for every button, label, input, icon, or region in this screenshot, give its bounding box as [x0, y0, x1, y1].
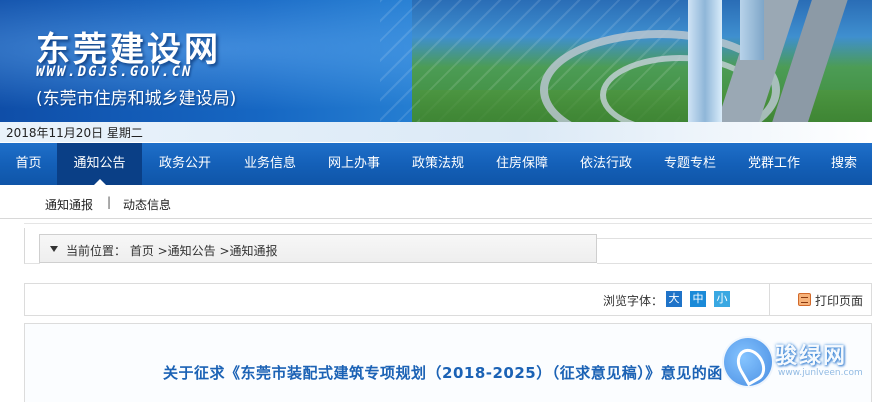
- content-top-divider: [24, 223, 872, 224]
- watermark-logo-icon: [722, 336, 774, 388]
- breadcrumb-frame: [24, 228, 40, 264]
- nav-item-home[interactable]: 首页: [0, 143, 57, 185]
- main-nav: 首页 通知公告 政务公开 业务信息 网上办事 政策法规 住房保障 依法行政 专题…: [0, 143, 872, 185]
- date-bar: 2018年11月20日 星期二: [0, 122, 872, 142]
- watermark-text: 骏绿网: [775, 344, 848, 369]
- site-logo-url: WWW.DGJS.GOV.CN: [36, 64, 193, 80]
- nav-item-search[interactable]: 搜索: [816, 143, 872, 185]
- print-icon[interactable]: [798, 293, 811, 306]
- font-size-label: 浏览字体：: [603, 294, 664, 308]
- nav-item-policies[interactable]: 政策法规: [396, 143, 480, 185]
- caret-down-icon: [50, 246, 58, 252]
- font-size-medium-button[interactable]: 中: [690, 291, 706, 307]
- nav-item-business-info[interactable]: 业务信息: [228, 143, 312, 185]
- nav-item-law[interactable]: 依法行政: [564, 143, 648, 185]
- print-page-button[interactable]: 打印页面: [815, 292, 863, 309]
- font-size-small-button[interactable]: 小: [714, 291, 730, 307]
- nav-item-online-services[interactable]: 网上办事: [312, 143, 396, 185]
- breadcrumb-right-area: [597, 238, 872, 264]
- breadcrumb-text[interactable]: 当前位置： 首页 >通知公告 >通知通报: [66, 242, 278, 259]
- watermark-url: www.junlveen.com: [778, 368, 863, 378]
- font-size-large-button[interactable]: 大: [666, 291, 682, 307]
- sub-nav: 通知通报 | 动态信息: [0, 185, 872, 219]
- banner-tower-2: [740, 0, 764, 60]
- nav-item-housing[interactable]: 住房保障: [480, 143, 564, 185]
- article-toolbar: 浏览字体： 大 中 小 打印页面: [24, 283, 872, 316]
- nav-item-notices[interactable]: 通知公告: [57, 143, 142, 185]
- banner-tower: [688, 0, 722, 122]
- site-logo-subtitle: (东莞市住房和城乡建设局): [36, 89, 237, 109]
- subnav-item-notices[interactable]: 通知通报: [45, 196, 93, 213]
- nav-item-special-topics[interactable]: 专题专栏: [648, 143, 732, 185]
- header-banner: 东莞建设网 WWW.DGJS.GOV.CN (东莞市住房和城乡建设局): [0, 0, 872, 122]
- subnav-separator: |: [107, 195, 112, 209]
- subnav-item-news[interactable]: 动态信息: [123, 196, 171, 213]
- nav-item-party-work[interactable]: 党群工作: [732, 143, 816, 185]
- article-title: 关于征求《东莞市装配式建筑专项规划（2018-2025）（征求意见稿）》意见的函: [163, 364, 723, 382]
- current-date: 2018年11月20日 星期二: [6, 126, 143, 140]
- nav-item-gov-affairs[interactable]: 政务公开: [142, 143, 228, 185]
- toolbar-divider: [769, 284, 770, 315]
- breadcrumb: 当前位置： 首页 >通知公告 >通知通报: [39, 234, 597, 263]
